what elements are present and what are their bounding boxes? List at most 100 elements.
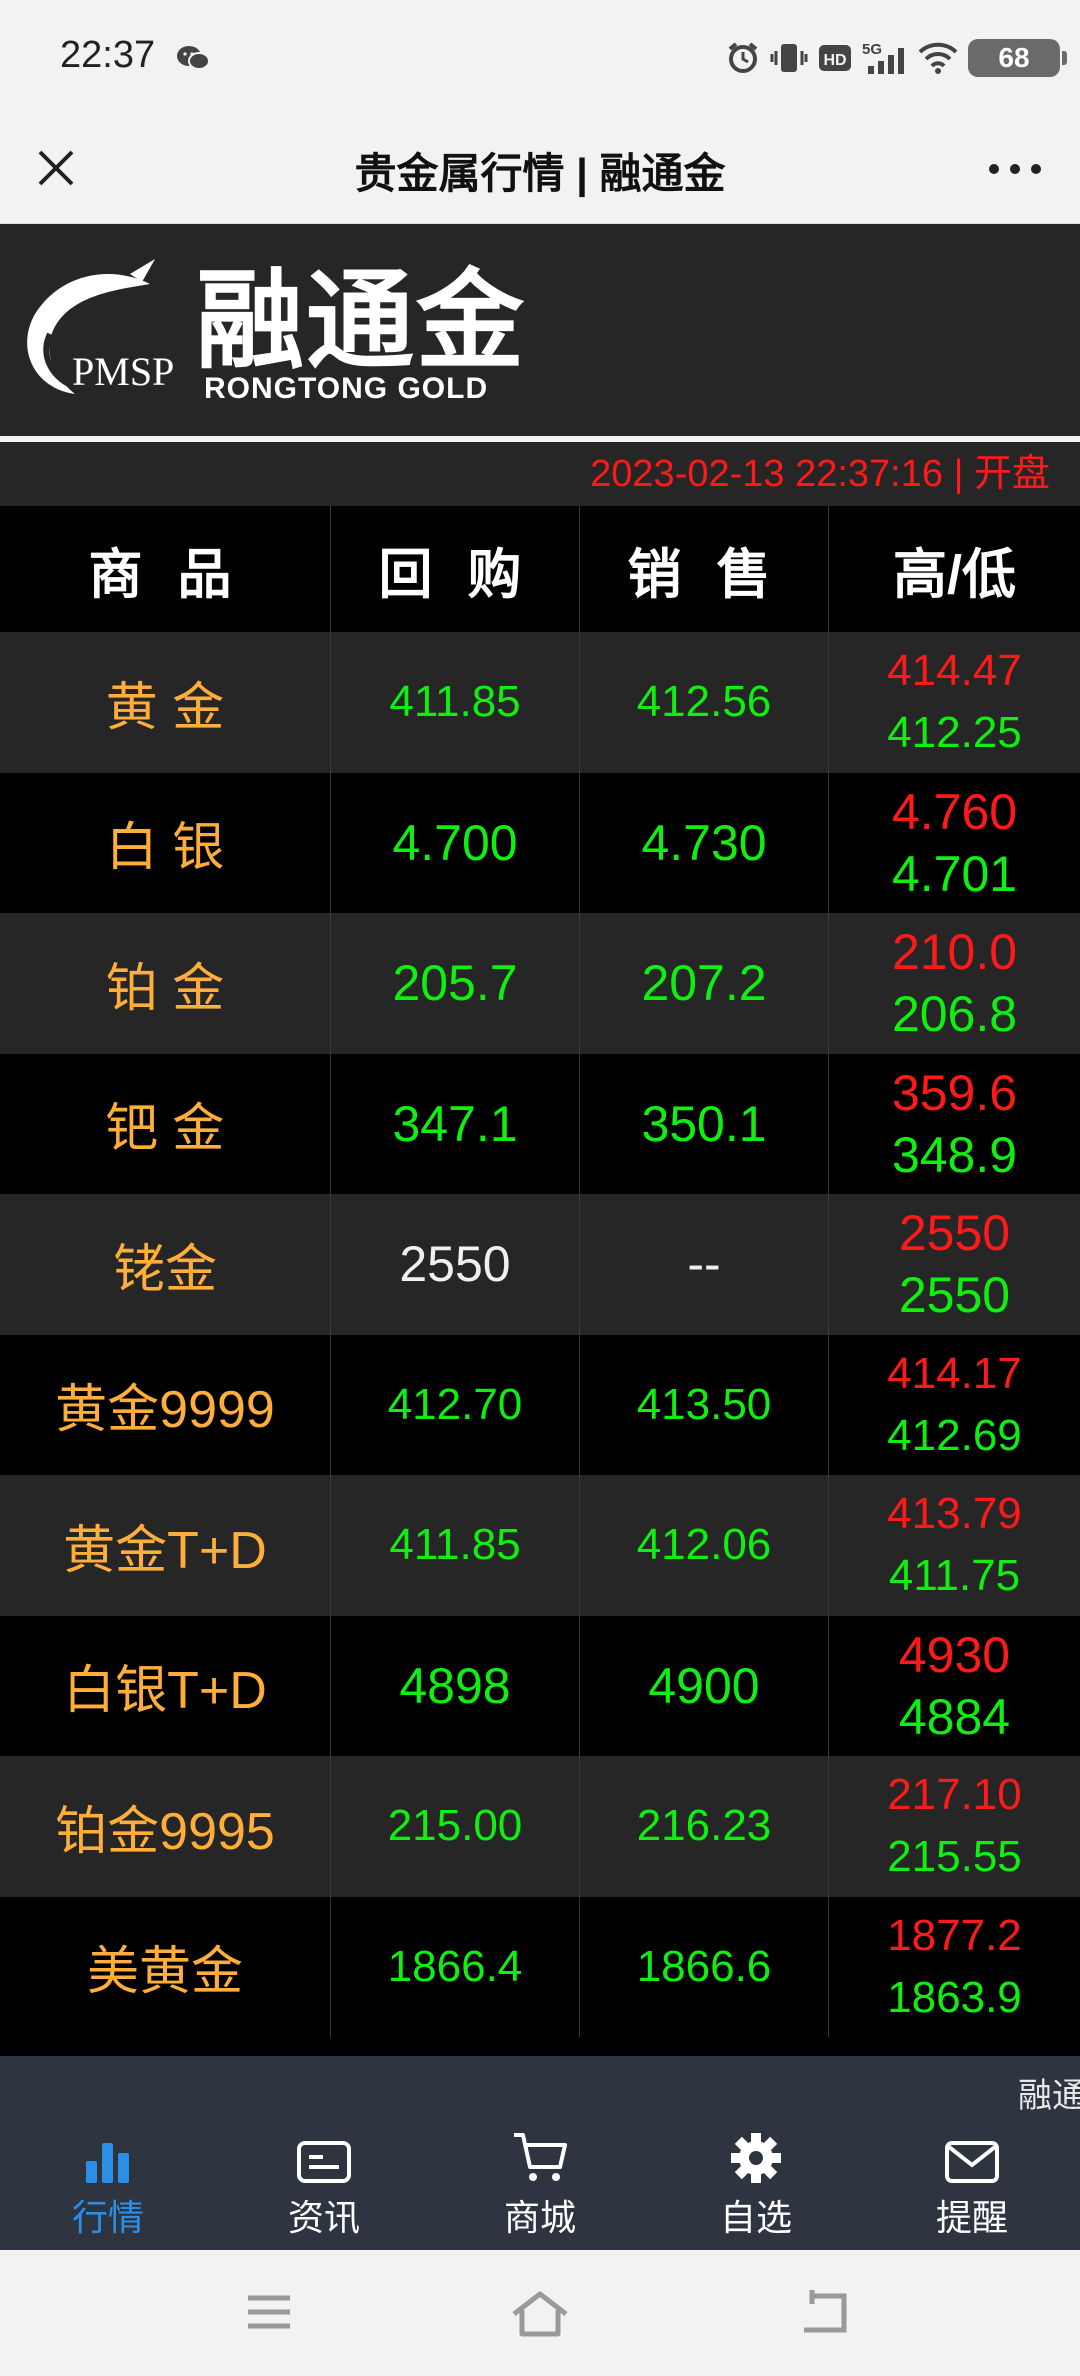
high-price: 1877.2: [887, 1910, 1022, 1960]
table-row[interactable]: 黄金9999 412.70 413.50 414.17 412.69: [0, 1334, 1080, 1475]
table-row[interactable]: 铑金 2550 -- 2550 2550: [0, 1194, 1080, 1335]
tab-label: 行情: [71, 2197, 144, 2238]
low-price: 2550: [898, 1267, 1011, 1324]
status-icons: HD 5G 68: [726, 34, 1067, 82]
buyback-price: 412.70: [387, 1379, 523, 1429]
sell-price: 413.50: [636, 1379, 772, 1429]
product-name: 钯 金: [105, 1100, 225, 1159]
low-price: 206.8: [891, 986, 1018, 1043]
product-name: 白 银: [105, 819, 225, 878]
quote-table: 商 品 回 购 销 售 高/低 黄 金 411.85 412.56 414.47…: [0, 506, 1080, 2037]
product-name: 铂金9995: [55, 1802, 275, 1861]
low-price: 4.701: [891, 845, 1018, 902]
product-name: 白银T+D: [63, 1662, 267, 1721]
tab-news[interactable]: 资讯: [216, 2116, 432, 2250]
table-row[interactable]: 美黄金 1866.4 1866.6 1877.2 1863.9: [0, 1896, 1080, 2037]
page-title: 贵金属行情 | 融通金: [354, 150, 726, 197]
battery-indicator: 68: [968, 39, 1067, 77]
sell-price: 4.730: [641, 814, 767, 871]
table-row[interactable]: 白银T+D 4898 4900 4930 4884: [0, 1615, 1080, 1756]
svg-text:HD: HD: [823, 52, 846, 69]
table-row[interactable]: 铂 金 205.7 207.2 210.0 206.8: [0, 913, 1080, 1054]
high-price: 414.17: [887, 1348, 1022, 1398]
tab-label: 商城: [503, 2197, 576, 2238]
tab-label: 资讯: [287, 2197, 360, 2238]
low-price: 4884: [898, 1688, 1011, 1745]
tab-watchlist[interactable]: 自选: [648, 2116, 864, 2250]
buyback-price: 411.85: [389, 1520, 521, 1570]
mail-icon: [944, 2125, 1000, 2185]
wechat-icon: [176, 44, 210, 77]
low-price: 1863.9: [887, 1972, 1022, 2022]
header-product: 商 品: [0, 506, 331, 632]
table-row[interactable]: 黄金T+D 411.85 412.06 413.79 411.75: [0, 1475, 1080, 1616]
buyback-price: 1866.4: [387, 1941, 523, 1991]
svg-text:5G: 5G: [862, 41, 882, 58]
news-marquee[interactable]: 融通: [0, 2056, 1080, 2116]
wifi-icon: [918, 42, 958, 74]
low-price: 215.55: [887, 1832, 1022, 1882]
update-timestamp: 2023-02-13 22:37:16 | 开盘: [0, 442, 1080, 506]
buyback-price: 411.85: [389, 677, 521, 727]
product-name: 铑金: [112, 1240, 217, 1299]
logo-chinese-name: 融通金: [196, 259, 527, 384]
high-price: 4930: [898, 1626, 1011, 1683]
gear-icon: [729, 2125, 783, 2185]
high-price: 359.6: [891, 1064, 1018, 1121]
signal-5g-icon: 5G: [862, 40, 908, 76]
high-price: 413.79: [887, 1489, 1022, 1539]
more-button[interactable]: [980, 144, 1050, 194]
buyback-price: 4.700: [392, 814, 518, 871]
title-bar: 贵金属行情 | 融通金: [0, 112, 1080, 224]
header-sell: 销 售: [580, 506, 829, 632]
table-row[interactable]: 钯 金 347.1 350.1 359.6 348.9: [0, 1053, 1080, 1194]
buyback-price: 4898: [399, 1657, 511, 1714]
table-row[interactable]: 黄 金 411.85 412.56 414.47 412.25: [0, 632, 1080, 773]
status-bar: 22:37 HD 5G 68: [0, 0, 1080, 112]
tab-quotes[interactable]: 行情: [0, 2116, 216, 2250]
tab-alerts[interactable]: 提醒: [864, 2116, 1080, 2250]
sell-price: 412.06: [636, 1520, 772, 1570]
sell-price: 216.23: [636, 1801, 772, 1851]
sell-price: --: [687, 1236, 721, 1293]
status-time: 22:37: [60, 34, 156, 76]
header-high-low: 高/低: [892, 544, 1016, 605]
product-name: 黄金T+D: [63, 1521, 267, 1580]
table-row[interactable]: 铂金9995 215.00 216.23 217.10 215.55: [0, 1756, 1080, 1897]
sell-price: 4900: [648, 1657, 760, 1714]
alarm-icon: [726, 41, 760, 75]
system-nav-bar: [0, 2250, 1080, 2376]
news-card-icon: [296, 2125, 352, 2185]
brand-banner: PMSP 融通金 RONGTONG GOLD: [0, 224, 1080, 436]
home-nav-icon[interactable]: [510, 2290, 570, 2343]
more-dots-icon: [989, 164, 1041, 174]
header-buyback: 回 购: [331, 506, 580, 632]
cart-icon: [512, 2125, 568, 2185]
buyback-price: 2550: [399, 1236, 511, 1293]
bar-chart-icon: [83, 2125, 133, 2185]
bottom-tab-bar: 行情 资讯 商城 自选 提醒: [0, 2116, 1080, 2250]
marquee-text: 融通: [1018, 2077, 1080, 2115]
sell-price: 207.2: [641, 955, 767, 1012]
table-row[interactable]: 白 银 4.700 4.730 4.760 4.701: [0, 772, 1080, 913]
product-name: 铂 金: [105, 959, 225, 1018]
high-price: 217.10: [887, 1770, 1022, 1820]
high-price: 2550: [898, 1205, 1011, 1262]
back-nav-icon[interactable]: [796, 2290, 850, 2341]
sell-price: 412.56: [636, 677, 772, 727]
buyback-price: 215.00: [387, 1801, 523, 1851]
buyback-price: 205.7: [392, 955, 518, 1012]
low-price: 412.25: [887, 708, 1022, 758]
high-price: 4.760: [891, 783, 1018, 840]
product-name: 美黄金: [86, 1943, 243, 2002]
tab-mall[interactable]: 商城: [432, 2116, 648, 2250]
logo-english-name: RONGTONG GOLD: [204, 372, 489, 405]
low-price: 412.69: [887, 1410, 1022, 1460]
high-price: 210.0: [891, 924, 1018, 981]
hd-icon: HD: [818, 43, 852, 73]
menu-nav-icon[interactable]: [244, 2290, 294, 2339]
low-price: 411.75: [888, 1551, 1021, 1601]
product-name: 黄 金: [105, 678, 225, 737]
logo-pmsp: PMSP: [72, 349, 175, 394]
tab-label: 自选: [719, 2197, 792, 2238]
